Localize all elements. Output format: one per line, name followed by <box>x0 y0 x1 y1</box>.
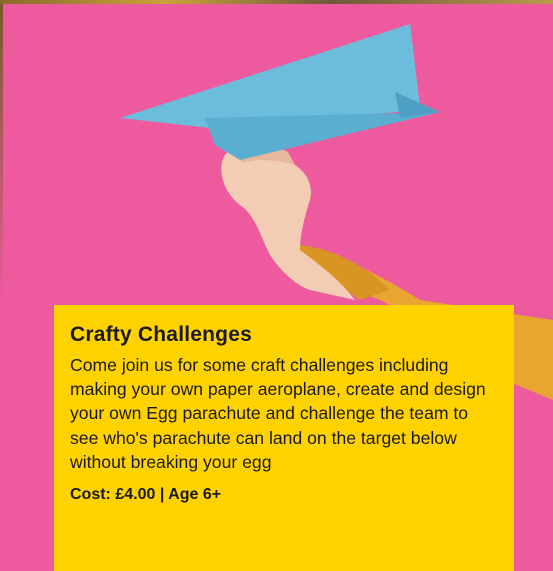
plane-keel <box>205 112 440 160</box>
plane-lower-wing <box>120 24 420 128</box>
event-title: Crafty Challenges <box>70 323 252 346</box>
event-description: Come join us for some craft challenges i… <box>70 355 486 472</box>
hero-image: Crafty Challenges Come join us for some … <box>0 0 553 571</box>
event-cost: Cost: £4.00 | Age 6+ <box>70 486 222 504</box>
event-card: Crafty Challenges Come join us for some … <box>54 305 514 571</box>
